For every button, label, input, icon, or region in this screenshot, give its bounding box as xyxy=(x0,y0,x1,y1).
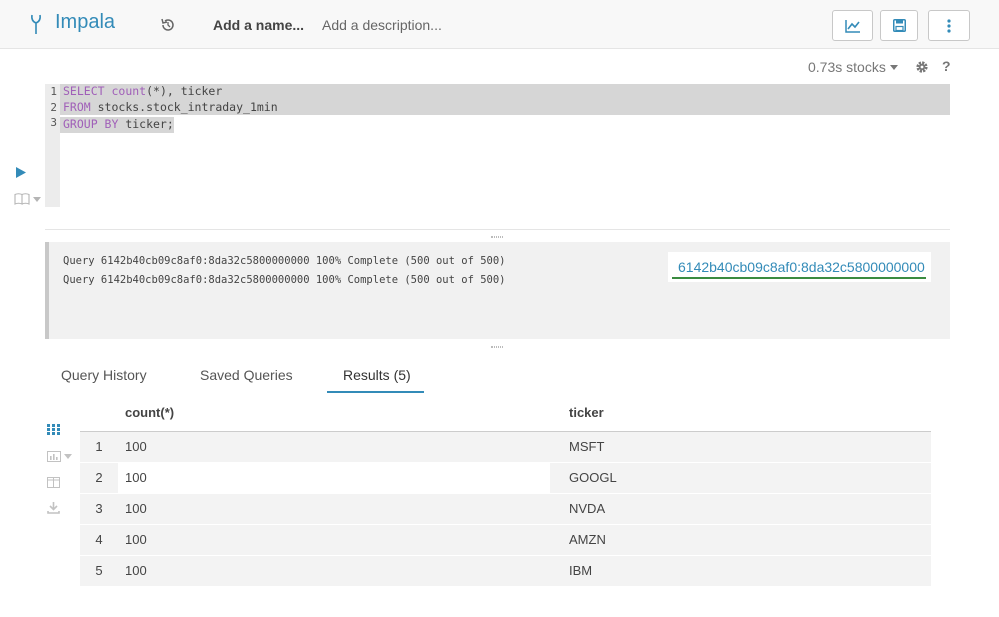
vertical-ellipsis-icon xyxy=(947,18,951,33)
impala-engine-icon xyxy=(31,14,41,34)
ticker-cell: IBM xyxy=(569,563,593,578)
row-number: 1 xyxy=(95,439,103,454)
line-number: 3 xyxy=(50,116,57,129)
table-row: 3 100 NVDA xyxy=(80,494,931,525)
row-number: 3 xyxy=(95,501,103,516)
more-options-button[interactable] xyxy=(928,10,970,41)
chart-button[interactable] xyxy=(832,10,873,41)
download-icon[interactable] xyxy=(47,502,60,514)
caret-down-icon xyxy=(889,64,898,70)
table-row: 5 100 IBM xyxy=(80,556,931,587)
count-cell: 100 xyxy=(125,532,147,547)
ticker-cell: MSFT xyxy=(569,439,605,454)
results-table: count(*) ticker 1 100 MSFT 2 100 GOOGL 3… xyxy=(80,398,931,587)
ticker-cell: GOOGL xyxy=(569,470,617,485)
active-tab-indicator xyxy=(327,391,424,393)
query-id-text: 6142b40cb09c8af0:8da32c5800000000 xyxy=(678,259,925,275)
help-icon[interactable]: ? xyxy=(942,58,951,74)
save-icon xyxy=(892,19,906,32)
snippet-database-selector[interactable]: 0.73s stocks xyxy=(808,59,898,75)
editor-gutter: 1 2 3 xyxy=(45,84,60,207)
line-chart-icon xyxy=(844,19,860,33)
column-header-count[interactable]: count(*) xyxy=(125,405,174,420)
row-number: 4 xyxy=(95,532,103,547)
count-cell: 100 xyxy=(125,563,147,578)
caret-down-icon xyxy=(64,454,72,459)
editor-divider xyxy=(45,229,950,230)
bar-chart-icon xyxy=(47,451,61,462)
query-id-link[interactable]: 6142b40cb09c8af0:8da32c5800000000 xyxy=(668,252,931,282)
execution-time-and-database: 0.73s stocks xyxy=(808,59,886,75)
sql-editor[interactable]: SELECT count(*), ticker FROM stocks.stoc… xyxy=(60,84,950,133)
engine-name[interactable]: Impala xyxy=(55,11,115,34)
grid-view-icon[interactable] xyxy=(47,424,60,435)
progress-underline xyxy=(672,277,926,279)
save-button[interactable] xyxy=(880,10,918,41)
code-line: SELECT count(*), ticker xyxy=(60,84,950,100)
query-description-input[interactable]: Add a description... xyxy=(322,17,442,33)
top-toolbar: Impala Add a name... Add a description..… xyxy=(0,0,999,49)
code-line: FROM stocks.stock_intraday_1min xyxy=(60,99,950,115)
caret-down-icon xyxy=(33,196,41,202)
column-header-ticker[interactable]: ticker xyxy=(569,405,604,420)
book-icon xyxy=(14,193,30,205)
undo-history-icon[interactable] xyxy=(160,17,176,33)
row-number: 2 xyxy=(95,470,103,485)
resize-handle[interactable] xyxy=(491,346,503,348)
count-cell: 100 xyxy=(125,501,147,516)
tab-results[interactable]: Results (5) xyxy=(343,367,411,383)
line-number: 2 xyxy=(50,100,57,114)
tab-query-history[interactable]: Query History xyxy=(61,367,147,383)
log-line: Query 6142b40cb09c8af0:8da32c5800000000 … xyxy=(63,274,506,286)
table-header: count(*) ticker xyxy=(80,398,931,432)
ticker-cell: NVDA xyxy=(569,501,606,516)
table-row: 4 100 AMZN xyxy=(80,525,931,556)
column-layout-icon[interactable] xyxy=(47,477,60,488)
row-number: 5 xyxy=(95,563,103,578)
count-cell: 100 xyxy=(125,439,147,454)
code-line: GROUP BY ticker; xyxy=(60,117,174,133)
resize-handle[interactable] xyxy=(491,236,503,238)
gear-icon[interactable] xyxy=(915,60,929,74)
count-cell: 100 xyxy=(118,463,550,493)
table-row: 2 100 GOOGL xyxy=(80,463,931,494)
log-line: Query 6142b40cb09c8af0:8da32c5800000000 … xyxy=(63,255,506,267)
ticker-cell: AMZN xyxy=(569,532,606,547)
query-name-input[interactable]: Add a name... xyxy=(213,17,304,33)
tab-saved-queries[interactable]: Saved Queries xyxy=(200,367,293,383)
run-query-icon[interactable] xyxy=(15,166,27,179)
snippet-library-button[interactable] xyxy=(14,193,41,205)
table-row: 1 100 MSFT xyxy=(80,432,931,463)
chart-type-selector[interactable] xyxy=(47,451,72,462)
line-number: 1 xyxy=(50,85,57,98)
